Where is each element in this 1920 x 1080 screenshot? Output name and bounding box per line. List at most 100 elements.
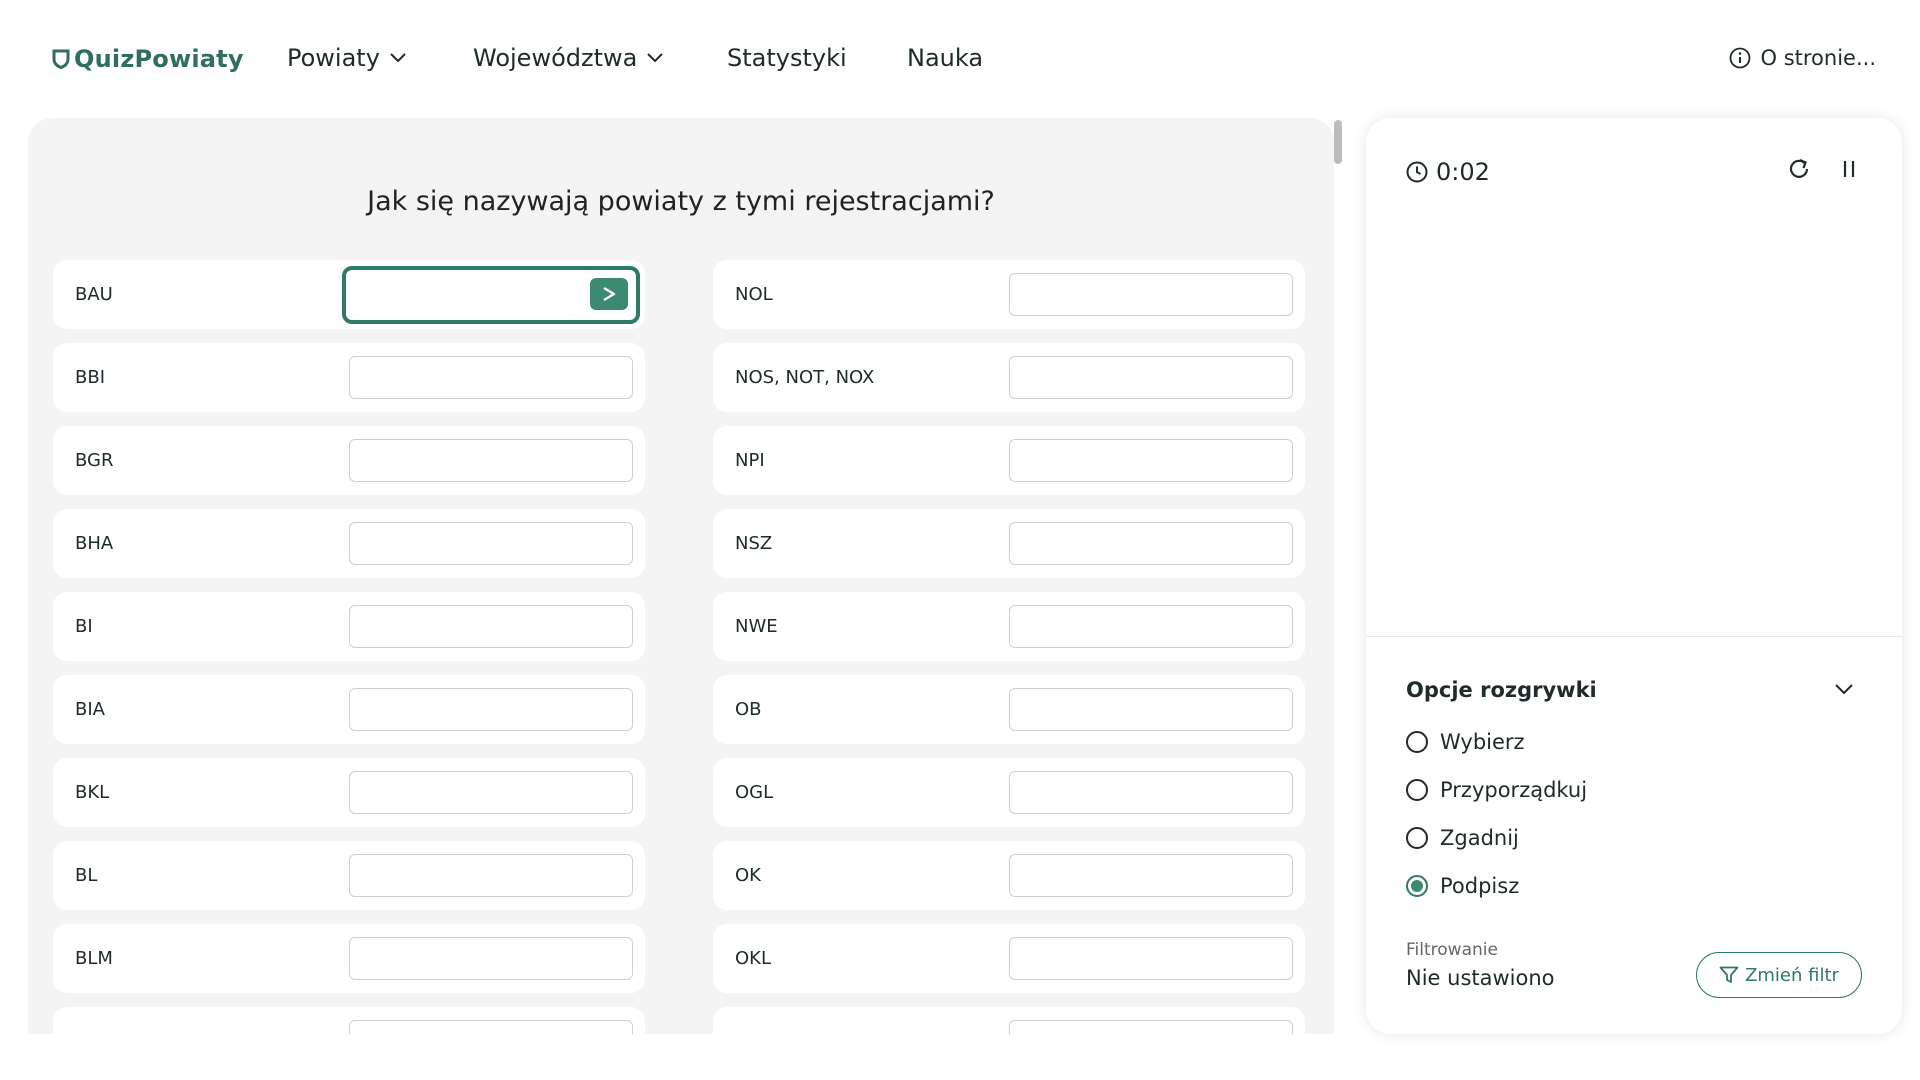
- answer-input[interactable]: [349, 605, 633, 648]
- filter-value: Nie ustawiono: [1406, 966, 1555, 990]
- nav-wojewodztwa-label: Województwa: [473, 44, 638, 72]
- answer-input[interactable]: [349, 1020, 633, 1034]
- registration-code: NWE: [735, 616, 778, 637]
- answer-input[interactable]: [349, 356, 633, 399]
- radio-button[interactable]: [1406, 779, 1428, 801]
- registration-code: BL: [75, 865, 98, 886]
- nav-wojewodztwa[interactable]: Województwa: [473, 44, 664, 72]
- restart-button[interactable]: [1786, 156, 1812, 186]
- registration-code: BAU: [75, 284, 113, 305]
- registration-code: OGL: [735, 782, 774, 803]
- nav-statystyki-label: Statystyki: [727, 44, 847, 72]
- answer-input[interactable]: [1009, 605, 1293, 648]
- radio-button[interactable]: [1406, 827, 1428, 849]
- mode-option-zgadnij[interactable]: Zgadnij: [1406, 826, 1519, 850]
- answer-input[interactable]: [349, 688, 633, 731]
- registration-code: BI: [75, 616, 93, 637]
- mode-label: Podpisz: [1440, 874, 1520, 898]
- nav-nauka-label: Nauka: [907, 44, 984, 72]
- answer-input[interactable]: [1009, 522, 1293, 565]
- right-code-column: NOL NOS, NOT, NOX NPI NSZ NWE OB OGL OK OKL: [713, 260, 1305, 1034]
- mode-label: Zgadnij: [1440, 826, 1519, 850]
- answer-input[interactable]: [349, 771, 633, 814]
- quiz-question: Jak się nazywają powiaty z tymi rejestra…: [367, 186, 995, 217]
- registration-code: OKL: [735, 948, 771, 969]
- clock-icon: [1406, 161, 1428, 183]
- registration-code: NOS, NOT, NOX: [735, 367, 875, 388]
- answer-input[interactable]: [349, 522, 633, 565]
- quiz-row: NSZ: [713, 509, 1305, 578]
- answer-input[interactable]: [1009, 854, 1293, 897]
- answer-input[interactable]: [1009, 439, 1293, 482]
- answer-input[interactable]: [1009, 356, 1293, 399]
- arrow-right-icon: [603, 286, 616, 302]
- registration-code: BLM: [75, 948, 113, 969]
- mode-label: Wybierz: [1440, 730, 1525, 754]
- answer-input[interactable]: [349, 439, 633, 482]
- quiz-row: OB: [713, 675, 1305, 744]
- options-toggle[interactable]: [1834, 680, 1854, 699]
- nav-nauka[interactable]: Nauka: [907, 44, 983, 72]
- timer-value: 0:02: [1436, 158, 1490, 186]
- pause-button[interactable]: [1836, 156, 1862, 186]
- nav-powiaty-label: Powiaty: [287, 44, 380, 72]
- answer-input[interactable]: [1009, 937, 1293, 980]
- logo-shield-icon: [52, 49, 70, 69]
- registration-code: OB: [735, 699, 762, 720]
- quiz-row: BHA: [53, 509, 645, 578]
- chevron-down-icon: [1835, 684, 1853, 695]
- quiz-row: BI: [53, 592, 645, 661]
- quiz-row: BGR: [53, 426, 645, 495]
- quiz-panel: Jak się nazywają powiaty z tymi rejestra…: [28, 118, 1334, 1034]
- panel-divider: [1366, 636, 1902, 637]
- change-filter-button[interactable]: Zmień filtr: [1696, 952, 1862, 998]
- registration-code: OK: [735, 865, 761, 886]
- registration-code: NOL: [735, 284, 773, 305]
- quiz-row: BAU: [53, 260, 645, 329]
- registration-code: BKL: [75, 782, 110, 803]
- chevron-down-icon: [647, 53, 664, 63]
- answer-input[interactable]: [1009, 273, 1293, 316]
- radio-button[interactable]: [1406, 731, 1428, 753]
- answer-input[interactable]: [349, 937, 633, 980]
- quiz-row: OKL: [713, 924, 1305, 993]
- answer-input-active[interactable]: [342, 266, 640, 324]
- quiz-row: BIA: [53, 675, 645, 744]
- radio-button-checked[interactable]: [1406, 875, 1428, 897]
- about-link[interactable]: O stronie...: [1729, 46, 1877, 70]
- registration-code: BGR: [75, 450, 114, 471]
- quiz-row: BL: [53, 841, 645, 910]
- registration-code: NSZ: [735, 533, 773, 554]
- about-label: O stronie...: [1760, 46, 1877, 70]
- filter-icon: [1719, 966, 1739, 983]
- left-code-column: BAU BBI BGR BHA BI BIA BKL BL BLM: [53, 260, 645, 1034]
- nav-statystyki[interactable]: Statystyki: [727, 44, 847, 72]
- answer-input[interactable]: [349, 854, 633, 897]
- logo-text: QuizPowiaty: [74, 45, 244, 73]
- mode-option-przyporzadkuj[interactable]: Przyporządkuj: [1406, 778, 1587, 802]
- logo[interactable]: QuizPowiaty: [52, 45, 244, 73]
- top-navigation: QuizPowiaty Powiaty Województwa Statysty…: [0, 0, 1920, 120]
- restart-icon: [1789, 158, 1809, 178]
- mode-option-podpisz[interactable]: Podpisz: [1406, 874, 1519, 898]
- nav-powiaty[interactable]: Powiaty: [287, 44, 406, 72]
- info-icon: [1729, 47, 1750, 69]
- mode-option-wybierz[interactable]: Wybierz: [1406, 730, 1525, 754]
- game-side-panel: 0:02 Opcje rozgrywki Wybierz Przyporządk…: [1366, 118, 1902, 1034]
- mode-label: Przyporządkuj: [1440, 778, 1588, 802]
- quiz-row: [713, 1007, 1305, 1034]
- answer-input[interactable]: [1009, 771, 1293, 814]
- quiz-row: BLM: [53, 924, 645, 993]
- registration-code: BBI: [75, 367, 106, 388]
- answer-input[interactable]: [1009, 1020, 1293, 1034]
- filter-label: Filtrowanie: [1406, 940, 1498, 960]
- answer-input[interactable]: [1009, 688, 1293, 731]
- quiz-row: BKL: [53, 758, 645, 827]
- registration-code: BIA: [75, 699, 105, 720]
- submit-answer-button[interactable]: [590, 278, 628, 310]
- quiz-row: NWE: [713, 592, 1305, 661]
- quiz-scrollbar[interactable]: [1334, 120, 1342, 164]
- change-filter-label: Zmień filtr: [1745, 964, 1839, 986]
- quiz-row: BBI: [53, 343, 645, 412]
- timer: 0:02: [1406, 158, 1490, 186]
